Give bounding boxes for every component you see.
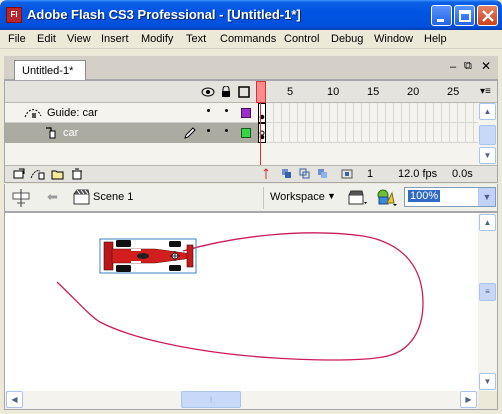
scene-icon — [73, 189, 90, 205]
doc-close-icon[interactable]: ✕ — [481, 59, 491, 73]
frame-rate[interactable]: 12.0 fps — [398, 168, 437, 180]
doc-minimize-icon[interactable]: – — [450, 61, 456, 73]
menu-file[interactable]: File — [8, 33, 26, 45]
playhead[interactable] — [256, 81, 266, 103]
flash-app-icon[interactable]: Fl — [6, 7, 22, 23]
lock-icon[interactable] — [221, 86, 231, 98]
menu-window[interactable]: Window — [374, 33, 413, 45]
stage-area[interactable]: ▲ ≡ ▼ ◀ ⦙ ▶ — [4, 212, 498, 410]
car-symbol[interactable] — [99, 238, 197, 274]
menu-insert[interactable]: Insert — [101, 33, 129, 45]
scroll-right-icon[interactable]: ▶ — [460, 391, 477, 408]
onion-skin-icon[interactable] — [281, 168, 293, 180]
scroll-down-icon[interactable]: ▼ — [479, 147, 496, 164]
menu-modify[interactable]: Modify — [141, 33, 173, 45]
scene-label[interactable]: Scene 1 — [93, 191, 133, 203]
menu-control[interactable]: Control — [284, 33, 319, 45]
scroll-corner — [478, 391, 497, 409]
frame-number: 15 — [367, 86, 380, 98]
modify-onion-markers-icon[interactable] — [341, 168, 353, 180]
menu-help[interactable]: Help — [424, 33, 447, 45]
window-title: Adobe Flash CS3 Professional - [Untitled… — [27, 7, 301, 22]
scroll-down-icon[interactable]: ▼ — [479, 373, 496, 390]
menu-edit[interactable]: Edit — [37, 33, 56, 45]
playhead-line — [260, 103, 261, 165]
lock-dot[interactable] — [225, 129, 228, 132]
scroll-thumb[interactable]: ⦙ — [181, 391, 241, 408]
frame-number: 5 — [287, 86, 294, 98]
scroll-up-icon[interactable]: ▲ — [479, 214, 496, 231]
document-tab-label: Untitled-1* — [22, 65, 74, 77]
menu-text[interactable]: Text — [186, 33, 206, 45]
insert-layer-icon[interactable] — [13, 168, 25, 180]
guide-layer-icon — [24, 109, 42, 118]
document-tab[interactable]: Untitled-1* — [14, 60, 86, 80]
eye-icon[interactable] — [201, 86, 215, 98]
zoom-value[interactable]: 100% — [408, 190, 441, 202]
zoom-dropdown-icon[interactable]: ▼ — [478, 188, 495, 206]
layer-color-swatch[interactable] — [241, 108, 251, 118]
minimize-button[interactable] — [431, 5, 452, 26]
layer-row-car[interactable]: car — [5, 123, 258, 143]
close-button[interactable] — [477, 5, 498, 26]
menu-view[interactable]: View — [67, 33, 91, 45]
edit-scene-icon[interactable] — [348, 189, 368, 207]
frame-number: 10 — [327, 86, 340, 98]
frame-row-guide[interactable] — [258, 103, 478, 123]
title-bar: Fl Adobe Flash CS3 Professional - [Untit… — [0, 0, 502, 30]
layer-name: Guide: car — [47, 107, 98, 119]
guided-layer-icon — [46, 127, 56, 139]
timeline-vertical-scrollbar[interactable]: ▲ ▼ — [478, 103, 497, 165]
timeline-menu-icon[interactable]: ▾≡ — [480, 86, 491, 97]
lock-dot[interactable] — [225, 109, 228, 112]
doc-restore-icon[interactable]: ⧉ — [464, 60, 472, 73]
menu-debug[interactable]: Debug — [331, 33, 363, 45]
layer-row-guide[interactable]: Guide: car — [5, 103, 258, 123]
scroll-left-icon[interactable]: ◀ — [6, 391, 23, 408]
frame-row-car[interactable] — [258, 123, 478, 143]
stage-vertical-scrollbar[interactable]: ▲ ≡ ▼ — [478, 213, 497, 391]
scroll-thumb[interactable] — [479, 125, 496, 145]
stage-canvas[interactable] — [5, 213, 478, 391]
timeline-header: 1 5 10 15 20 25 ▾≡ — [5, 81, 497, 103]
current-frame: 1 — [367, 168, 374, 180]
maximize-button[interactable] — [454, 5, 475, 26]
insert-folder-icon[interactable] — [51, 168, 65, 180]
trash-icon[interactable] — [71, 168, 83, 180]
menu-commands[interactable]: Commands — [220, 33, 276, 45]
visible-dot[interactable] — [207, 109, 210, 112]
onion-skin-outlines-icon[interactable] — [299, 168, 311, 180]
add-motion-guide-icon[interactable] — [30, 168, 46, 180]
frames-grid[interactable] — [258, 103, 478, 143]
layer-color-swatch[interactable] — [241, 128, 251, 138]
visible-dot[interactable] — [207, 129, 210, 132]
frame-number: 25 — [447, 86, 460, 98]
minimize-icon — [437, 19, 444, 22]
divider — [263, 187, 264, 209]
scroll-thumb[interactable]: ≡ — [479, 283, 496, 301]
pencil-icon — [184, 127, 196, 139]
elapsed-time: 0.0s — [452, 168, 473, 180]
edit-symbol-icon[interactable] — [376, 188, 398, 208]
layer-name: car — [63, 127, 79, 139]
timeline-panel: 1 5 10 15 20 25 ▾≡ Guide: car car — [4, 80, 498, 183]
maximize-icon — [459, 10, 471, 22]
scroll-up-icon[interactable]: ▲ — [479, 103, 496, 120]
document-tab-strip: Untitled-1* – ⧉ ✕ — [4, 56, 498, 80]
zoom-field[interactable]: 100% ▼ — [404, 187, 496, 207]
center-frame-icon[interactable] — [261, 168, 271, 180]
workspace-menu[interactable]: Workspace — [270, 191, 325, 203]
stage-horizontal-scrollbar[interactable]: ◀ ⦙ ▶ — [5, 391, 478, 409]
menu-bar: File Edit View Insert Modify Text Comman… — [0, 30, 502, 49]
edit-multiple-frames-icon[interactable] — [317, 168, 329, 180]
edit-bar: ⬅ Scene 1 Workspace ▼ 100% ▼ — [4, 184, 498, 212]
outline-icon[interactable] — [238, 86, 250, 98]
back-arrow-icon[interactable]: ⬅ — [47, 189, 58, 205]
frame-number: 20 — [407, 86, 420, 98]
timeline-footer: 1 12.0 fps 0.0s — [5, 165, 497, 182]
workspace-dropdown-icon[interactable]: ▼ — [327, 191, 336, 201]
timeline-toggle-icon[interactable] — [11, 188, 31, 208]
close-icon — [482, 10, 494, 22]
